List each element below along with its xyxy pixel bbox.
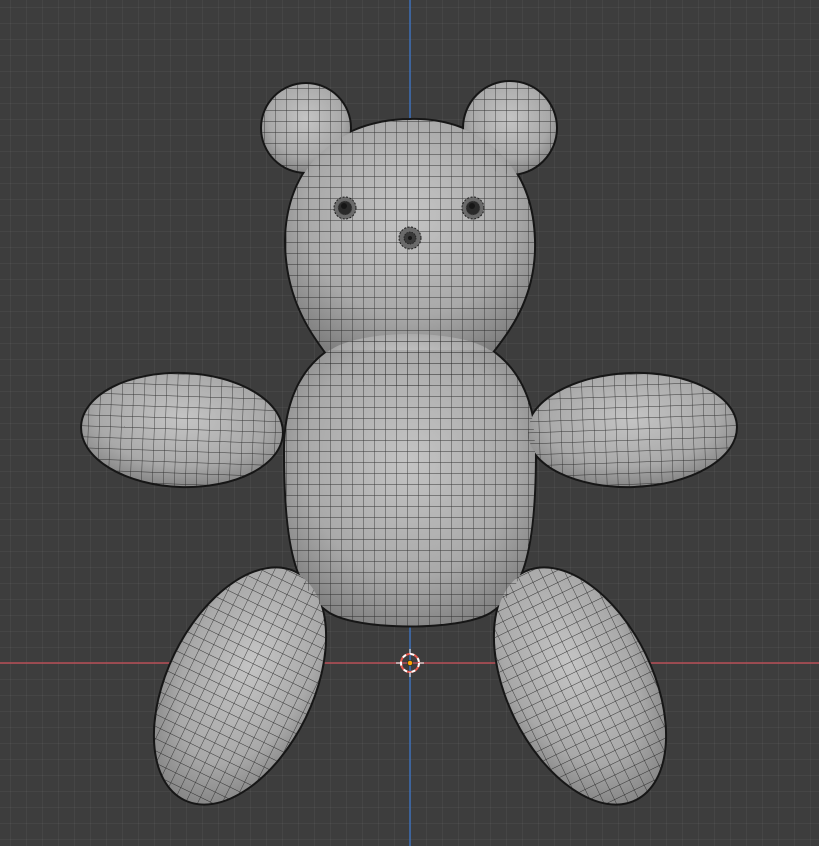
object-origin-icon xyxy=(407,660,413,666)
teddy-bear-mesh[interactable] xyxy=(78,80,740,833)
nose xyxy=(398,226,422,250)
viewport-scene[interactable] xyxy=(0,0,819,846)
left-eye xyxy=(333,196,357,220)
bear-wireframe xyxy=(80,82,738,831)
right-eye xyxy=(461,196,485,220)
3d-cursor-icon[interactable] xyxy=(396,649,424,677)
3d-viewport[interactable] xyxy=(0,0,819,846)
